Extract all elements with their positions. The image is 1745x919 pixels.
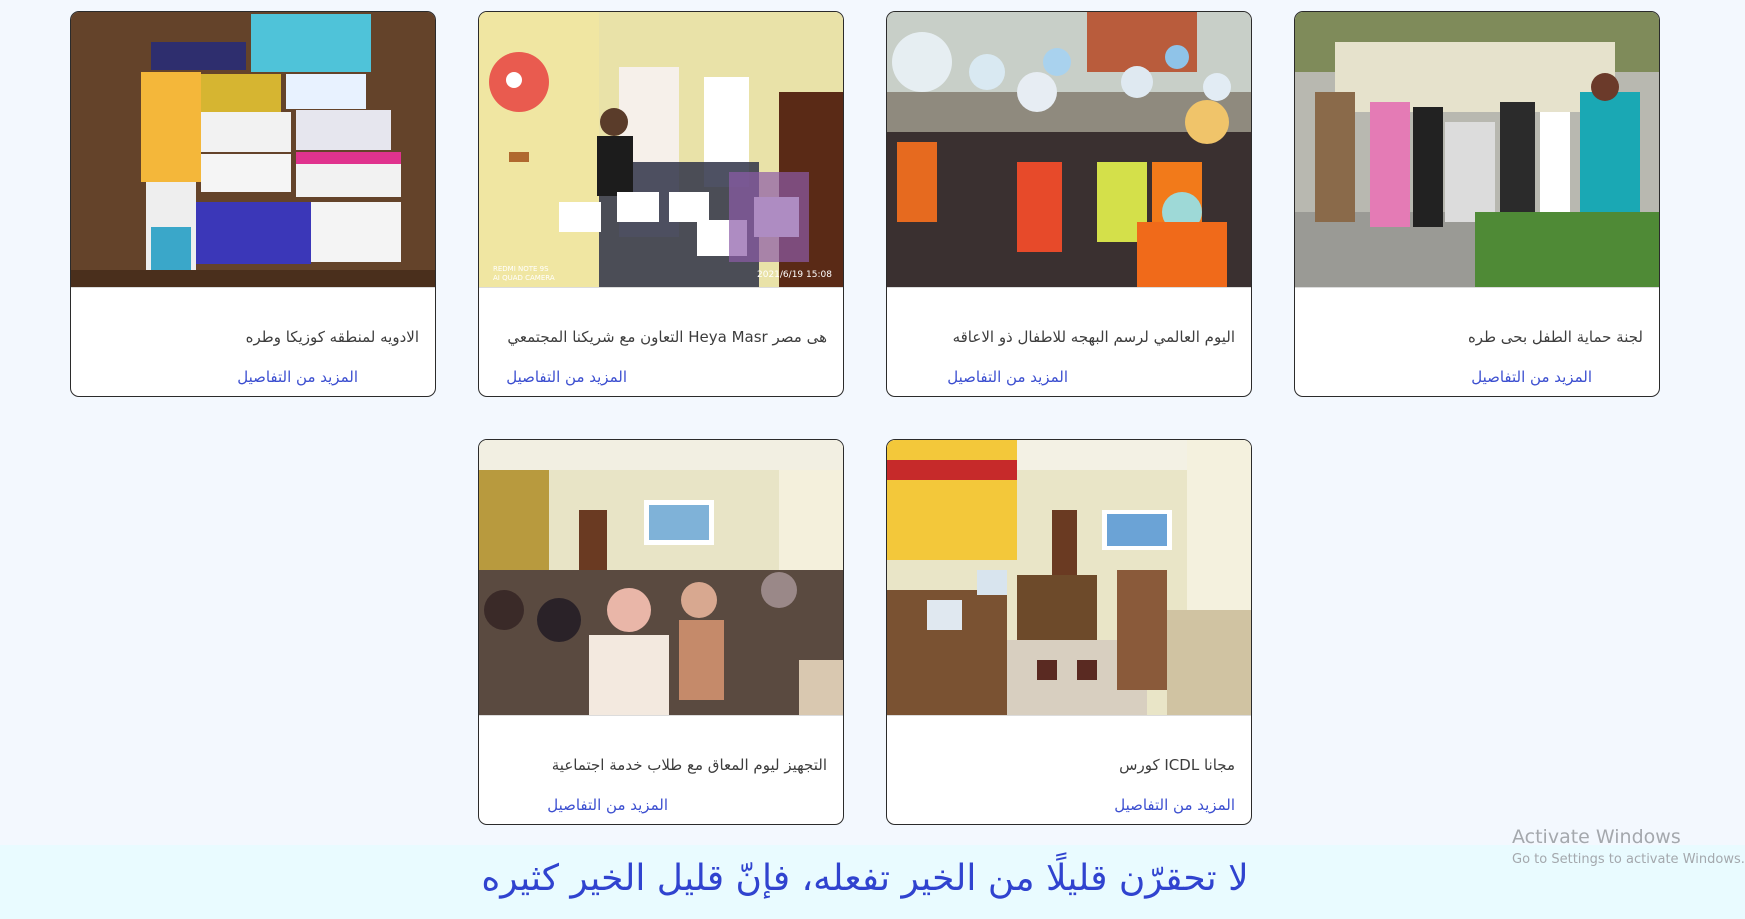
card-child-protection: لجنة حماية الطفل بحى طره المزيد من التفا…	[1294, 11, 1660, 397]
card-medicine: الادويه لمنطقه كوزيكا وطره المزيد من الت…	[70, 11, 436, 397]
computer-lab-photo[interactable]	[887, 440, 1251, 716]
card-title: التجهيز ليوم المعاق مع طلاب خدمة اجتماعي…	[551, 756, 827, 774]
more-details-link[interactable]: المزيد من التفاصيل	[947, 368, 1068, 386]
card-world-day: اليوم العالمي لرسم البهجه للاطفال ذو الا…	[886, 11, 1252, 397]
students-lecture-photo[interactable]	[479, 440, 843, 716]
card-title: هى مصر Heya Masr التعاون مع شريكنا المجت…	[507, 328, 827, 346]
more-details-link[interactable]: المزيد من التفاصيل	[1471, 368, 1592, 386]
more-details-link[interactable]: المزيد من التفاصيل	[547, 796, 668, 814]
card-heya-masr: REDMI NOTE 9S AI QUAD CAMERA 2021/6/19 1…	[478, 11, 844, 397]
footer-quote: لا تحقرّن قليلًا من الخير تفعله، فإنّ قل…	[481, 858, 1249, 899]
card-icdl-course: مجانا ICDL كورس المزيد من التفاصيل	[886, 439, 1252, 825]
card-title: اليوم العالمي لرسم البهجه للاطفال ذو الا…	[952, 328, 1235, 346]
card-title: مجانا ICDL كورس	[1119, 756, 1235, 774]
watermark-line2: Go to Settings to activate Windows.	[1512, 852, 1745, 867]
committee-group-photo[interactable]	[1295, 12, 1659, 288]
more-details-link[interactable]: المزيد من التفاصيل	[237, 368, 358, 386]
watermark-line1: Activate Windows	[1512, 826, 1681, 848]
card-title: لجنة حماية الطفل بحى طره	[1467, 328, 1643, 346]
activate-windows-watermark: Activate Windows Go to Settings to activ…	[1512, 826, 1745, 867]
more-details-link[interactable]: المزيد من التفاصيل	[1114, 796, 1235, 814]
medicine-boxes-photo[interactable]	[71, 12, 435, 288]
svg-text:AI QUAD CAMERA: AI QUAD CAMERA	[493, 274, 555, 282]
card-title: الادويه لمنطقه كوزيكا وطره	[245, 328, 419, 346]
svg-text:REDMI NOTE 9S: REDMI NOTE 9S	[493, 265, 549, 273]
balloons-celebration-photo[interactable]	[887, 12, 1251, 288]
card-disability-day-prep: التجهيز ليوم المعاق مع طلاب خدمة اجتماعي…	[478, 439, 844, 825]
svg-text:2021/6/19 15:08: 2021/6/19 15:08	[757, 270, 832, 280]
children-certificates-photo[interactable]: REDMI NOTE 9S AI QUAD CAMERA 2021/6/19 1…	[479, 12, 843, 288]
more-details-link[interactable]: المزيد من التفاصيل	[506, 368, 627, 386]
